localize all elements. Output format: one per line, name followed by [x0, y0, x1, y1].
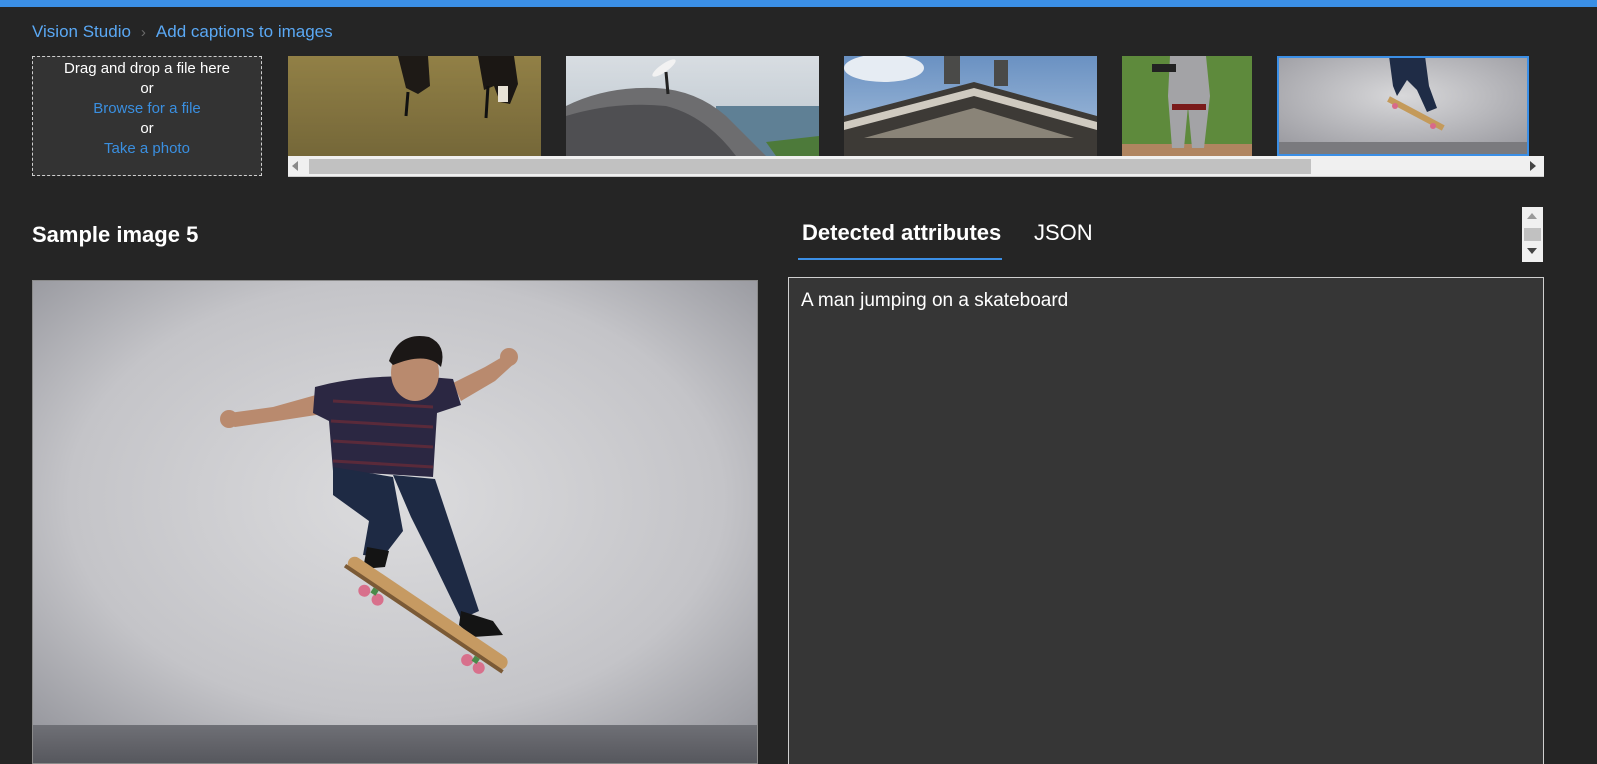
breadcrumb: Vision Studio › Add captions to images: [32, 21, 333, 43]
or-text: or: [140, 120, 154, 137]
detected-attributes-panel: A man jumping on a skateboard: [788, 277, 1544, 764]
scroll-right-arrow-icon[interactable]: [1530, 161, 1536, 171]
sample-thumbnail-strip: [288, 56, 1544, 178]
caption-result: A man jumping on a skateboard: [801, 290, 1069, 311]
scrollbar-thumb[interactable]: [1524, 228, 1541, 241]
tab-detected-attributes[interactable]: Detected attributes: [802, 220, 1001, 246]
vertical-scrollbar[interactable]: [1522, 207, 1543, 262]
building-image: [844, 56, 1097, 156]
browse-file-link[interactable]: Browse for a file: [33, 99, 261, 119]
active-tab-indicator: [798, 258, 1002, 260]
tab-json[interactable]: JSON: [1034, 220, 1093, 246]
scroll-down-arrow-icon[interactable]: [1527, 248, 1537, 254]
or-text: or: [140, 80, 154, 97]
thumbnail-surfer[interactable]: [566, 56, 819, 156]
selected-sample-image: [32, 280, 758, 764]
baseball-image: [1122, 56, 1252, 156]
breadcrumb-chevron-icon: ›: [140, 23, 146, 41]
surfer-image: [566, 56, 819, 156]
skateboarder-image: [33, 281, 757, 763]
thumbnail-horizontal-scrollbar[interactable]: [288, 156, 1544, 177]
take-photo-link[interactable]: Take a photo: [33, 139, 261, 159]
scrollbar-thumb[interactable]: [309, 159, 1311, 174]
file-dropzone[interactable]: Drag and drop a file here or Browse for …: [32, 56, 262, 176]
scroll-up-arrow-icon[interactable]: [1527, 213, 1537, 219]
scroll-left-arrow-icon[interactable]: [292, 161, 298, 171]
breadcrumb-vision-studio[interactable]: Vision Studio: [32, 22, 131, 42]
thumbnail-baseball[interactable]: [1122, 56, 1252, 156]
thumbnail-building[interactable]: [844, 56, 1097, 156]
top-accent-bar: [0, 0, 1597, 7]
cows-image: [288, 56, 541, 156]
sample-image-title: Sample image 5: [32, 222, 199, 247]
breadcrumb-add-captions[interactable]: Add captions to images: [156, 22, 333, 42]
drag-drop-text: Drag and drop a file here: [64, 60, 230, 77]
thumbnail-skateboarder[interactable]: [1277, 56, 1529, 156]
skateboarder-thumb-image: [1277, 56, 1529, 156]
thumbnail-cows[interactable]: [288, 56, 541, 156]
